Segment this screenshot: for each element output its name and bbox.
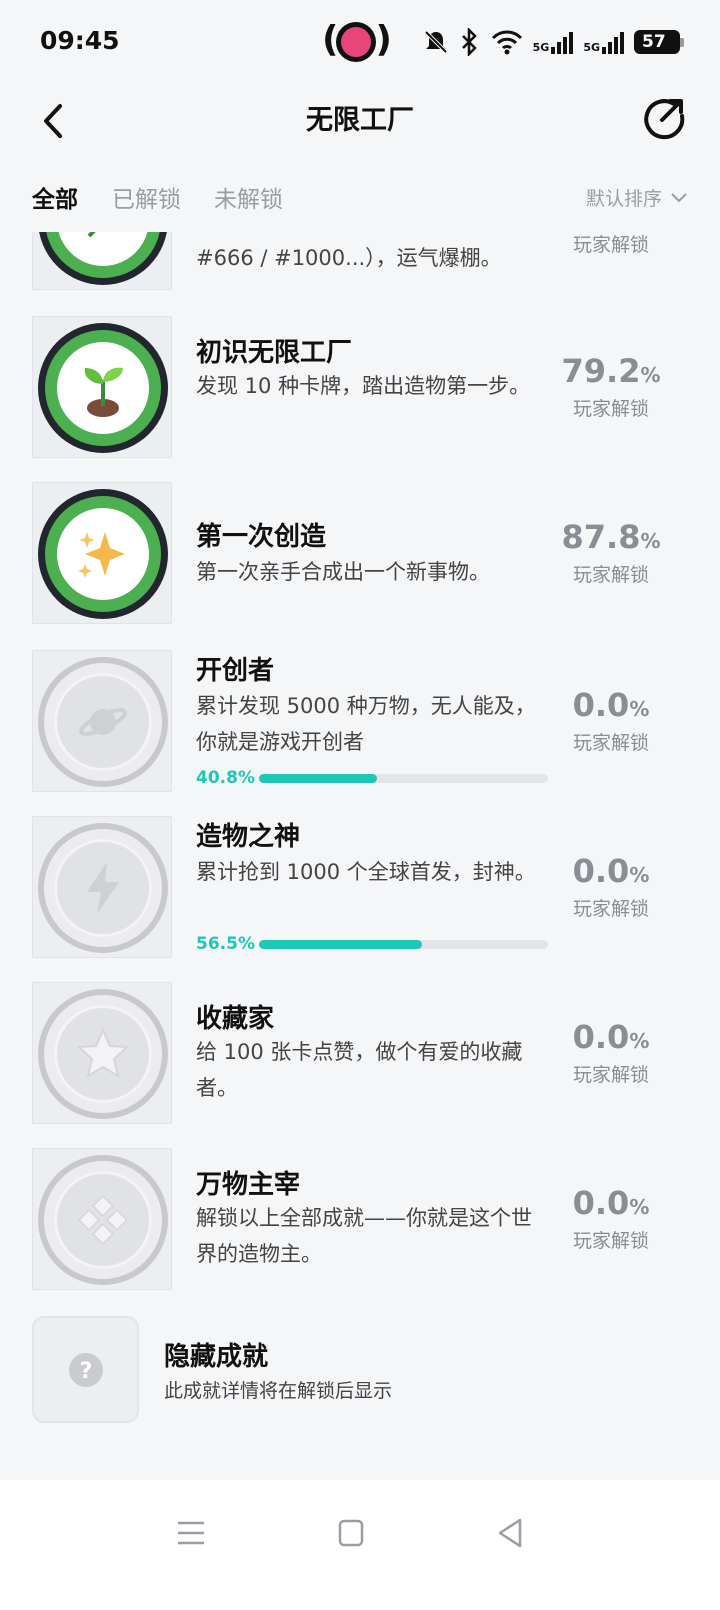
page-title: 无限工厂	[306, 105, 414, 136]
tab-locked[interactable]: 未解锁	[214, 180, 283, 214]
tab-unlocked[interactable]: 已解锁	[112, 180, 181, 214]
achievement-item[interactable]: 造物之神 累计抢到 1000 个全球首发，封神。 56.5% 0.0% 玩家解锁	[0, 816, 720, 958]
progress-percent: 56.5%	[196, 934, 255, 954]
home-icon[interactable]	[328, 1510, 374, 1556]
achievement-title: 开创者	[196, 656, 275, 686]
badge-box	[32, 816, 172, 958]
badge-unlocked	[38, 489, 168, 619]
tab-all[interactable]: 全部	[32, 180, 78, 214]
menu-icon[interactable]	[168, 1510, 214, 1556]
sparkles-icon	[78, 532, 125, 578]
status-time: 09:45	[40, 26, 120, 55]
status-bar: 09:45 ( ) 5G 5G 57	[0, 0, 720, 84]
badge-box	[32, 482, 172, 624]
badge-unlocked	[38, 323, 168, 453]
app-icon	[336, 22, 376, 62]
share-icon[interactable]	[638, 92, 690, 144]
unlock-percent: 0.0%	[572, 1018, 650, 1056]
planet-icon	[79, 708, 127, 736]
achievement-item[interactable]: 初识无限工厂 发现 10 种卡牌，踏出造物第一步。 79.2% 玩家解锁	[0, 316, 720, 458]
unlock-percent: 0.0%	[572, 1184, 650, 1222]
badge-box	[32, 650, 172, 792]
question-icon: ?	[68, 1352, 103, 1387]
progress-fill	[259, 774, 377, 783]
badge-locked	[38, 1155, 168, 1285]
achievement-desc: 第一次亲手合成出一个新事物。	[196, 560, 490, 584]
back-nav-icon[interactable]	[488, 1510, 534, 1556]
badge-locked	[38, 989, 168, 1119]
lightning-icon	[87, 862, 119, 914]
progress: 56.5%	[196, 934, 548, 954]
mute-bell-icon	[424, 30, 448, 54]
progress-track	[259, 940, 548, 949]
unlock-percent: 0.0%	[572, 686, 650, 724]
sort-dropdown[interactable]: 默认排序	[586, 184, 688, 211]
chevron-down-icon	[671, 192, 687, 202]
achievement-title: 初识无限工厂	[196, 338, 353, 368]
achievement-item[interactable]: 万物主宰 解锁以上全部成就——你就是这个世界的造物主。 0.0% 玩家解锁	[0, 1148, 720, 1290]
bluetooth-icon	[461, 28, 477, 56]
progress-percent: 40.8%	[196, 768, 255, 788]
filter-tabs: 全部 已解锁 未解锁 默认排序	[0, 170, 720, 226]
signal-1: 5G	[533, 30, 574, 54]
svg-text:?: ?	[79, 1359, 92, 1384]
hidden-achievement-title: 隐藏成就	[164, 1342, 269, 1372]
unlock-percent-label: 玩家解锁	[572, 398, 649, 420]
achievement-title: 造物之神	[196, 822, 301, 852]
progress-track	[259, 774, 548, 783]
unlock-percent-label: 玩家解锁	[572, 564, 649, 586]
wifi-icon	[491, 30, 522, 55]
battery-icon: 57	[634, 30, 684, 54]
unlock-percent: 87.8%	[561, 518, 661, 556]
achievement-item[interactable]: 第一次创造 第一次亲手合成出一个新事物。 87.8% 玩家解锁	[0, 482, 720, 624]
system-nav-bar	[0, 1480, 720, 1610]
recording-indicator: ( )	[322, 19, 392, 62]
achievement-item[interactable]: 开创者 累计发现 5000 种万物，无人能及，你就是游戏开创者 40.8% 0.…	[0, 650, 720, 792]
badge-locked	[38, 823, 168, 953]
achievement-desc: 发现 10 种卡牌，踏出造物第一步。	[196, 374, 531, 398]
unlock-percent: 0.0%	[572, 852, 650, 890]
unlock-percent-label: 玩家解锁	[572, 898, 649, 920]
unlock-percent-label: 玩家解锁	[572, 732, 649, 754]
unlock-percent-label: 玩家解锁	[572, 1230, 649, 1252]
achievement-title: 第一次创造	[196, 522, 327, 552]
hidden-achievement-desc: 此成就详情将在解锁后显示	[164, 1380, 393, 1402]
badge-box	[32, 982, 172, 1124]
achievement-desc: 给 100 张卡点赞，做个有爱的收藏者。	[196, 1040, 523, 1100]
status-icons: 5G 5G 57	[423, 26, 684, 58]
achievement-desc: #666 / #1000...），运气爆棚。	[196, 246, 502, 270]
achievement-desc: 解锁以上全部成就——你就是这个世界的造物主。	[196, 1206, 532, 1266]
badge-locked	[38, 657, 168, 787]
unlock-percent-label: 玩家解锁	[572, 234, 649, 256]
achievement-title: 收藏家	[196, 1004, 275, 1034]
achievement-desc: 累计抢到 1000 个全球首发，封神。	[196, 860, 536, 884]
progress: 40.8%	[196, 768, 548, 788]
sprout-icon	[84, 367, 123, 417]
unlock-percent: 79.2%	[561, 352, 661, 390]
sort-label: 默认排序	[585, 188, 662, 210]
diamond-grid-icon	[78, 1195, 128, 1245]
star-icon	[76, 1027, 130, 1079]
nav-bar: 无限工厂	[0, 84, 720, 156]
hidden-achievement-box[interactable]: ?	[32, 1316, 139, 1423]
achievement-desc: 累计发现 5000 种万物，无人能及，你就是游戏开创者	[196, 694, 536, 754]
unlock-percent-label: 玩家解锁	[572, 1064, 649, 1086]
progress-fill	[259, 940, 423, 949]
signal-2: 5G	[583, 30, 624, 54]
achievement-item[interactable]: 收藏家 给 100 张卡点赞，做个有爱的收藏者。 0.0% 玩家解锁	[0, 982, 720, 1124]
badge-box	[32, 316, 172, 458]
achievement-title: 万物主宰	[196, 1170, 301, 1200]
badge-box	[32, 1148, 172, 1290]
